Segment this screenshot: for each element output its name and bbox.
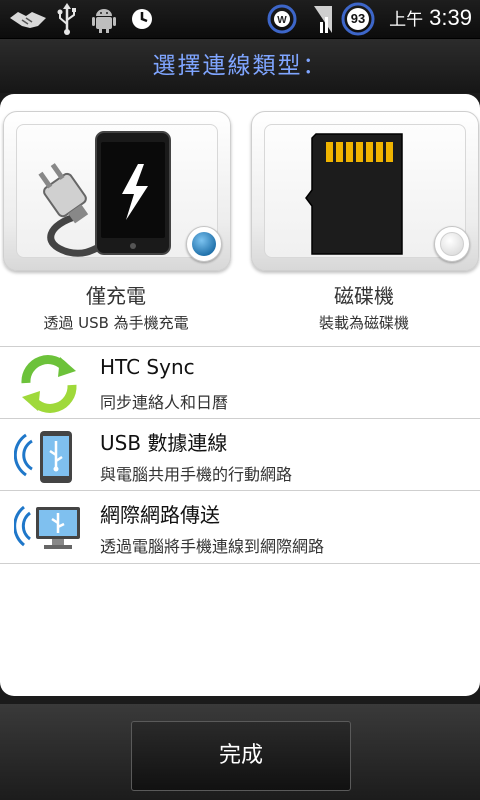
phone-usb-tether-icon [14, 431, 72, 483]
done-button[interactable]: 完成 [131, 721, 351, 791]
charging-phone-icon [38, 131, 171, 257]
ampm-label: 上午 [389, 10, 424, 29]
internet-passthrough-title: 網際網路傳送 [100, 503, 220, 527]
handshake-icon [10, 12, 46, 28]
charge-only-radio[interactable] [186, 226, 222, 262]
htc-sync-title: HTC Sync [100, 355, 195, 379]
disk-drive-desc: 裝載為磁碟機 [318, 314, 409, 332]
usb-tethering-desc: 與電腦共用手機的行動網路 [100, 465, 293, 484]
dialog-title: 選擇連線類型： [0, 39, 480, 93]
disk-drive-tile[interactable] [251, 111, 479, 271]
clock-icon [132, 9, 152, 29]
usb-icon [57, 3, 76, 35]
charge-only-desc: 透過 USB 為手機充電 [43, 314, 189, 332]
charge-only-label: 僅充電 [86, 284, 146, 308]
charge-only-tile[interactable] [3, 111, 231, 271]
disk-drive-label: 磁碟機 [334, 284, 394, 308]
charge-only-label-group: 僅充電 透過 USB 為手機充電 [0, 280, 236, 333]
disk-drive-radio[interactable] [434, 226, 470, 262]
sd-card-icon [305, 133, 403, 255]
signal-icon [314, 6, 332, 33]
bottom-button-bar: 完成 [0, 704, 480, 800]
htc-sync-option[interactable]: HTC Sync 同步連絡人和日曆 [0, 346, 480, 419]
sync-arrows-icon [21, 355, 77, 413]
time-label: 3:39 [429, 5, 472, 30]
internet-passthrough-desc: 透過電腦將手機連線到網際網路 [100, 537, 325, 556]
htc-sync-desc: 同步連絡人和日曆 [100, 393, 229, 412]
clock: 上午 3:39 [389, 5, 472, 31]
battery-level: 93 [350, 11, 366, 26]
usb-tethering-option[interactable]: USB 數據連線 與電腦共用手機的行動網路 [0, 418, 480, 491]
status-bar: W 93 上午 3:39 [0, 0, 480, 39]
android-icon [92, 9, 116, 33]
internet-passthrough-option[interactable]: 網際網路傳送 透過電腦將手機連線到網際網路 [0, 490, 480, 564]
widget-w-icon: W [267, 4, 297, 34]
connection-type-panel: 僅充電 透過 USB 為手機充電 磁碟機 裝載為磁碟機 HTC Sync 同步連… [0, 94, 480, 696]
disk-drive-label-group: 磁碟機 裝載為磁碟機 [244, 280, 480, 333]
svg-text:W: W [277, 15, 287, 26]
usb-tethering-title: USB 數據連線 [100, 431, 228, 455]
computer-usb-passthrough-icon [14, 505, 80, 549]
